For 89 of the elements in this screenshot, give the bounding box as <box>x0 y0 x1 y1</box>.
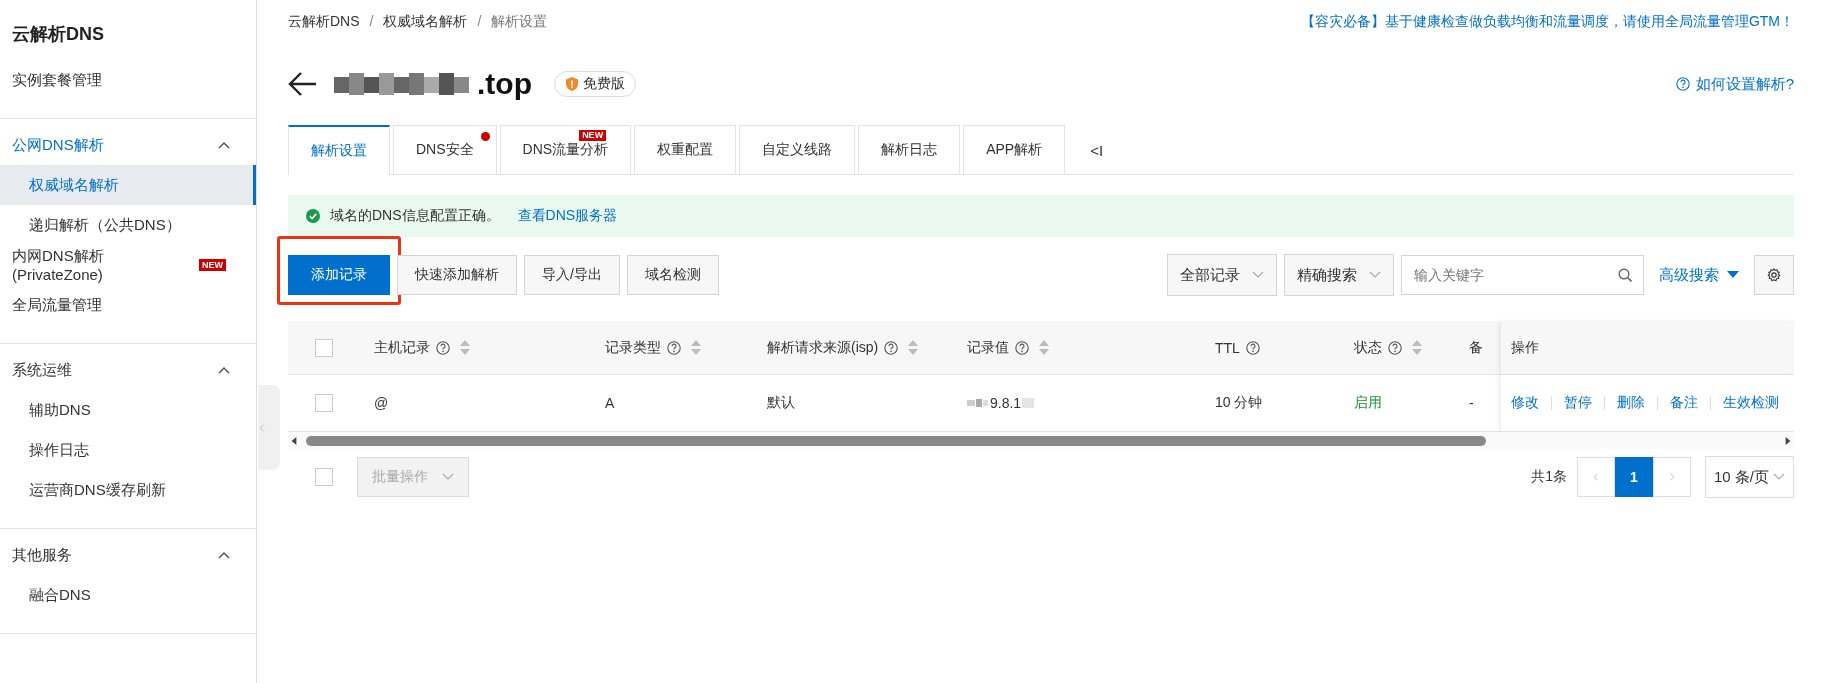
collapse-handle[interactable] <box>258 385 280 470</box>
advanced-search-link[interactable]: 高级搜索 <box>1659 265 1739 285</box>
action-link[interactable]: 修改 <box>1511 394 1539 412</box>
breadcrumb-item[interactable]: 云解析DNS <box>288 13 360 31</box>
sidebar-item[interactable]: 融合DNS <box>0 575 256 615</box>
action-link[interactable]: 备注 <box>1670 394 1698 412</box>
check-circle-icon <box>306 209 320 223</box>
column-header: TTL <box>1215 339 1240 356</box>
edition-label: 免费版 <box>583 75 625 93</box>
domain-title: .top <box>477 67 532 101</box>
sidebar-item[interactable]: 内网DNS解析 (PrivateZone) <box>12 247 179 283</box>
breadcrumb-separator: / <box>477 13 482 31</box>
status-label: 启用 <box>1354 394 1382 412</box>
scrollbar-thumb[interactable] <box>306 435 1486 446</box>
breadcrumb-item[interactable]: 权威域名解析 <box>383 13 468 31</box>
column-header: 状态 <box>1354 338 1382 357</box>
breadcrumb-item: 解析设置 <box>491 13 548 31</box>
promo-link[interactable]: 【容灾必备】基于健康检查做负载均衡和流量调度，请使用全局流量管理GTM！ <box>1300 13 1794 31</box>
chevron-left-icon <box>258 423 266 432</box>
checkbox[interactable] <box>315 394 333 412</box>
record-filter-dropdown[interactable]: 全部记录 <box>1167 254 1277 296</box>
sidebar-item[interactable]: 权威域名解析 <box>0 165 256 205</box>
table-cell: 默认 <box>767 394 795 412</box>
toolbar-button[interactable]: 快速添加解析 <box>397 255 517 295</box>
sidebar-item[interactable]: 操作日志 <box>0 430 256 470</box>
table-cell: 10 分钟 <box>1215 394 1263 412</box>
column-header: 备 <box>1469 338 1483 357</box>
action-link[interactable]: 暂停 <box>1564 394 1592 412</box>
page-button[interactable]: 1 <box>1614 457 1653 497</box>
tab[interactable]: 权重配置 <box>634 125 737 174</box>
sidebar-title: 云解析DNS <box>11 23 105 46</box>
dropdown-label: 全部记录 <box>1180 265 1240 285</box>
collapse-tabs-button[interactable]: <I <box>1068 126 1126 174</box>
settings-button[interactable] <box>1754 255 1794 295</box>
page-size-dropdown[interactable]: 10 条/页 <box>1704 456 1794 498</box>
help-icon <box>1675 77 1690 91</box>
breadcrumb-separator: / <box>369 13 374 31</box>
horizontal-scrollbar[interactable] <box>288 432 1794 449</box>
tab[interactable]: DNS安全 <box>393 125 497 174</box>
sidebar-group[interactable]: 其他服务 <box>12 545 72 565</box>
action-link[interactable]: 生效检测 <box>1723 394 1779 412</box>
table-cell: 9.8.1 <box>990 395 1022 411</box>
help-label: 如何设置解析? <box>1695 74 1794 94</box>
advanced-search-label: 高级搜索 <box>1659 265 1719 285</box>
action-link[interactable]: 删除 <box>1617 394 1645 412</box>
sidebar-item[interactable]: 实例套餐管理 <box>12 70 102 90</box>
tab[interactable]: 自定义线路 <box>739 125 856 174</box>
column-header: 操作 <box>1511 338 1539 357</box>
sidebar-group[interactable]: 系统运维 <box>12 360 72 380</box>
sidebar-group[interactable]: 公网DNS解析 <box>12 135 104 155</box>
shield-icon <box>565 77 579 91</box>
next-page-button[interactable] <box>1652 457 1691 497</box>
total-count: 共1条 <box>1531 468 1567 486</box>
new-badge: NEW <box>199 259 226 271</box>
sidebar-item[interactable]: 辅助DNS <box>0 390 256 430</box>
search-icon <box>1618 268 1632 282</box>
dns-server-link[interactable]: 查看DNS服务器 <box>517 207 618 225</box>
toolbar-button[interactable]: 导入/导出 <box>524 255 620 295</box>
back-arrow-icon[interactable] <box>288 71 318 97</box>
caret-icon <box>1369 271 1381 279</box>
sidebar-item[interactable]: 递归解析（公共DNS） <box>0 205 256 245</box>
help-link[interactable]: 如何设置解析? <box>1675 74 1794 94</box>
checkbox[interactable] <box>315 338 333 357</box>
checkbox[interactable] <box>315 468 333 486</box>
tab[interactable]: NEW DNS流量分析 <box>499 125 632 174</box>
table-cell: - <box>1469 395 1474 411</box>
caret-icon <box>442 473 454 481</box>
tab[interactable]: 解析设置 <box>288 125 390 175</box>
new-badge: NEW <box>579 130 607 141</box>
search-mode-dropdown[interactable]: 精确搜索 <box>1284 254 1394 296</box>
caret-down-icon <box>1727 271 1739 279</box>
alert-message: 域名的DNS信息配置正确。 <box>330 207 500 225</box>
caret-icon <box>1773 473 1785 481</box>
sidebar-item[interactable]: 运营商DNS缓存刷新 <box>0 470 256 510</box>
column-header: 记录类型 <box>605 338 661 357</box>
add-record-button[interactable]: 添加记录 <box>288 255 390 295</box>
toolbar-button[interactable]: 域名检测 <box>626 255 719 295</box>
tab[interactable]: APP解析 <box>963 125 1066 174</box>
table-cell: @ <box>374 395 389 411</box>
sidebar-item[interactable]: 全局流量管理 <box>12 295 102 315</box>
column-header: 解析请求来源(isp) <box>767 338 879 357</box>
caret-icon <box>1252 271 1264 279</box>
dropdown-label: 精确搜索 <box>1297 265 1357 285</box>
search-field[interactable]: 输入关键字 <box>1401 255 1644 295</box>
column-header: 主机记录 <box>374 338 430 357</box>
table-cell: A <box>605 395 615 411</box>
tab[interactable]: 解析日志 <box>858 125 961 174</box>
settings-icon <box>1767 268 1781 282</box>
column-header: 记录值 <box>967 338 1009 357</box>
